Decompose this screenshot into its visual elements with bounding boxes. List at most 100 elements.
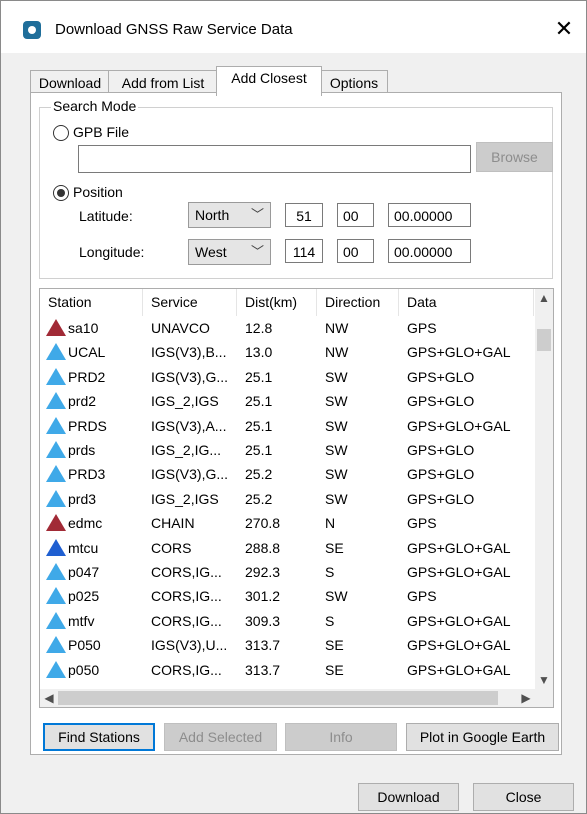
- cell-dist: 25.2: [245, 490, 273, 507]
- cell-direction: SW: [325, 466, 348, 483]
- tab-add-closest[interactable]: Add Closest: [216, 66, 322, 96]
- station-name: PRDS: [68, 417, 107, 434]
- table-row[interactable]: prd3 IGS_2,IGS 25.2 SW GPS+GLO: [40, 487, 534, 511]
- cell-data: GPS+GLO: [407, 490, 475, 507]
- info-button[interactable]: Info: [285, 723, 397, 751]
- latitude-hemisphere-select[interactable]: North ﹀: [188, 202, 271, 228]
- column-header-data[interactable]: Data: [399, 289, 534, 316]
- cell-station: prds: [40, 438, 143, 462]
- cell-dist: 25.1: [245, 393, 273, 410]
- longitude-label: Longitude:: [79, 244, 145, 260]
- close-button[interactable]: Close: [473, 783, 574, 811]
- station-marker-icon: [46, 441, 66, 458]
- vertical-scrollbar[interactable]: ▲ ▼: [535, 289, 553, 689]
- cell-station: sa10: [40, 316, 143, 340]
- scroll-left-icon[interactable]: ◀: [40, 689, 58, 707]
- table-row[interactable]: mtcu CORS 288.8 SE GPS+GLO+GAL: [40, 536, 534, 560]
- cell-data: GPS+GLO: [407, 368, 475, 385]
- cell-data: GPS+GLO: [407, 442, 475, 458]
- table-row[interactable]: p050 CORS,IG... 313.7 SE GPS+GLO+GAL: [40, 658, 534, 682]
- scroll-down-icon[interactable]: ▼: [535, 671, 553, 689]
- chevron-down-icon: ﹀: [250, 207, 264, 222]
- download-button[interactable]: Download: [358, 783, 459, 811]
- cell-station: UCAL: [40, 340, 143, 364]
- table-row[interactable]: p025 CORS,IG... 301.2 SW GPS: [40, 584, 534, 608]
- cell-direction: SW: [325, 368, 348, 385]
- table-row[interactable]: p047 CORS,IG... 292.3 S GPS+GLO+GAL: [40, 560, 534, 584]
- cell-dist: 25.1: [245, 368, 273, 385]
- cell-dist: 292.3: [245, 564, 281, 580]
- cell-service: CORS,IG...: [151, 612, 222, 629]
- add-selected-button[interactable]: Add Selected: [164, 723, 277, 751]
- table-row[interactable]: prd2 IGS_2,IGS 25.1 SW GPS+GLO: [40, 389, 534, 413]
- cell-direction: SW: [325, 588, 348, 605]
- cell-data: GPS+GLO+GAL: [407, 637, 511, 654]
- vertical-scroll-thumb[interactable]: [537, 329, 551, 351]
- table-row[interactable]: P050 IGS(V3),U... 313.7 SE GPS+GLO+GAL: [40, 633, 534, 657]
- longitude-degrees-input[interactable]: 114: [285, 239, 323, 263]
- station-name: PRD3: [68, 466, 106, 483]
- table-row[interactable]: prds IGS_2,IG... 25.1 SW GPS+GLO: [40, 438, 534, 462]
- cell-station: PRD2: [40, 365, 143, 389]
- station-list[interactable]: Station Service Dist(km) Direction Data …: [39, 288, 554, 708]
- cell-service: IGS(V3),G...: [151, 466, 229, 483]
- station-name: P050: [68, 637, 101, 654]
- latitude-degrees-input[interactable]: 51: [285, 203, 323, 227]
- station-name: p025: [68, 588, 100, 605]
- column-header-direction[interactable]: Direction: [317, 289, 399, 316]
- cell-service: IGS(V3),G...: [151, 368, 229, 385]
- longitude-minutes-input[interactable]: 00: [337, 239, 374, 263]
- table-row[interactable]: PRD2 IGS(V3),G... 25.1 SW GPS+GLO: [40, 365, 534, 389]
- gpb-file-input[interactable]: [78, 145, 471, 173]
- add-closest-panel: Search Mode GPB File Browse Position Lat…: [30, 92, 562, 755]
- cell-service: IGS(V3),B...: [151, 344, 227, 361]
- cell-service: IGS_2,IGS: [151, 490, 219, 507]
- cell-direction: SW: [325, 490, 348, 507]
- title-bar: Download GNSS Raw Service Data ✕: [1, 1, 586, 53]
- cell-station: P050: [40, 633, 143, 657]
- latitude-hemisphere-value: North: [195, 207, 230, 223]
- station-name: sa10: [68, 320, 99, 336]
- latitude-seconds-input[interactable]: 00.00000: [388, 203, 471, 227]
- browse-button[interactable]: Browse: [476, 142, 553, 172]
- station-marker-icon: [46, 660, 66, 678]
- table-row[interactable]: PRD3 IGS(V3),G... 25.2 SW GPS+GLO: [40, 462, 534, 486]
- table-row[interactable]: edmc CHAIN 270.8 N GPS: [40, 511, 534, 535]
- gpb-file-radio[interactable]: [53, 125, 69, 141]
- cell-service: UNAVCO: [151, 320, 210, 336]
- cell-data: GPS+GLO: [407, 393, 475, 410]
- plot-google-earth-button[interactable]: Plot in Google Earth: [406, 723, 559, 751]
- cell-direction: N: [325, 515, 336, 532]
- cell-dist: 25.1: [245, 417, 273, 434]
- position-radio[interactable]: [53, 185, 69, 201]
- cell-data: GPS+GLO+GAL: [407, 344, 511, 361]
- scroll-up-icon[interactable]: ▲: [535, 289, 553, 307]
- station-marker-icon: [46, 489, 66, 507]
- cell-direction: NW: [325, 320, 349, 336]
- station-name: p050: [68, 661, 100, 678]
- table-row[interactable]: PRDS IGS(V3),A... 25.1 SW GPS+GLO+GAL: [40, 414, 534, 438]
- close-icon[interactable]: ✕: [549, 15, 579, 45]
- cell-service: IGS(V3),A...: [151, 417, 227, 434]
- longitude-hemisphere-select[interactable]: West ﹀: [188, 239, 271, 265]
- table-row[interactable]: UCAL IGS(V3),B... 13.0 NW GPS+GLO+GAL: [40, 340, 534, 364]
- table-row[interactable]: mtfv CORS,IG... 309.3 S GPS+GLO+GAL: [40, 609, 534, 633]
- horizontal-scrollbar[interactable]: ◀ ▶: [40, 689, 535, 707]
- cell-data: GPS+GLO+GAL: [407, 417, 511, 434]
- column-header-station[interactable]: Station: [40, 289, 143, 316]
- scroll-right-icon[interactable]: ▶: [517, 689, 535, 707]
- table-row[interactable]: sa10 UNAVCO 12.8 NW GPS: [40, 316, 534, 340]
- cell-dist: 12.8: [245, 320, 273, 336]
- station-marker-icon: [46, 587, 66, 605]
- column-header-dist[interactable]: Dist(km): [237, 289, 317, 316]
- dialog-window: Download GNSS Raw Service Data ✕ Downloa…: [0, 0, 587, 814]
- station-name: prd3: [68, 490, 97, 507]
- cell-service: CORS,IG...: [151, 661, 222, 678]
- cell-station: mtfv: [40, 609, 143, 633]
- longitude-seconds-input[interactable]: 00.00000: [388, 239, 471, 263]
- find-stations-button[interactable]: Find Stations: [43, 723, 155, 751]
- station-name: p047: [68, 564, 100, 580]
- column-header-service[interactable]: Service: [143, 289, 237, 316]
- latitude-minutes-input[interactable]: 00: [337, 203, 374, 227]
- horizontal-scroll-thumb[interactable]: [58, 691, 498, 705]
